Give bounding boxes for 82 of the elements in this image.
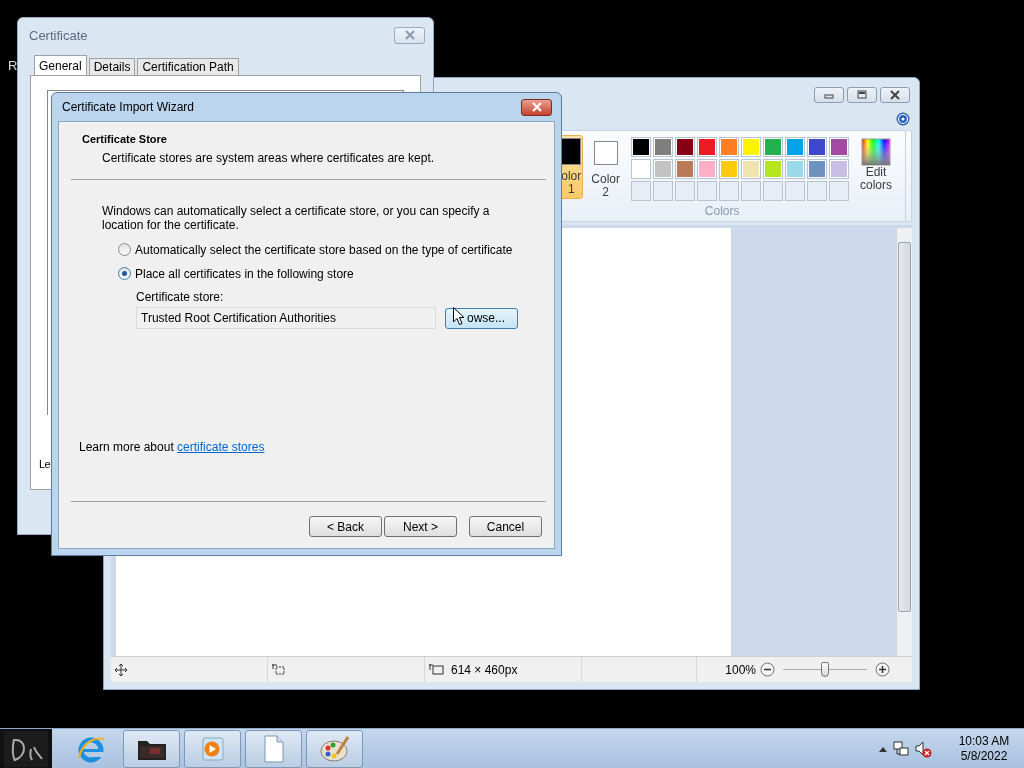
zoom-level: 100%	[725, 662, 756, 677]
close-icon	[529, 102, 544, 112]
color-swatch[interactable]	[697, 137, 717, 157]
tab[interactable]: Details	[88, 58, 136, 75]
edit-colors-button[interactable]: Edit colors	[857, 135, 895, 195]
page-description: Certificate stores are system areas where certificates are kept.	[101, 151, 436, 165]
help-link[interactable]: certificate stores	[177, 440, 265, 454]
color-swatch[interactable]	[829, 159, 849, 179]
color-swatch[interactable]	[807, 159, 827, 179]
move-icon	[115, 663, 127, 676]
vertical-scrollbar[interactable]	[896, 228, 912, 656]
color-swatch[interactable]	[785, 159, 805, 179]
close-button[interactable]	[880, 87, 910, 103]
zoom-out-button[interactable]	[760, 662, 775, 677]
clock[interactable]: 10:03 AM 5/8/2022	[944, 733, 1024, 764]
color-swatch[interactable]	[653, 159, 673, 179]
radio-option[interactable]: Automatically select the certificate store based on the type of certificate	[118, 242, 542, 257]
tab[interactable]: Certification Path	[137, 58, 239, 75]
empty-swatch[interactable]	[807, 181, 827, 201]
close-icon	[889, 90, 901, 100]
maximize-icon	[856, 90, 868, 100]
color-swatch[interactable]	[807, 137, 827, 157]
color-swatch[interactable]	[829, 137, 849, 157]
slider-thumb[interactable]	[821, 662, 829, 677]
help-text: Learn more about certificate stores	[79, 440, 266, 454]
empty-swatch[interactable]	[653, 181, 673, 201]
empty-swatch[interactable]	[719, 181, 739, 201]
field-label: Certificate store:	[136, 290, 225, 304]
selection-icon	[272, 663, 286, 676]
empty-swatch[interactable]	[675, 181, 695, 201]
network-icon[interactable]	[892, 739, 910, 758]
close-button[interactable]	[521, 98, 552, 116]
canvas-size-icon	[429, 663, 445, 676]
color-swatch[interactable]	[631, 137, 651, 157]
empty-swatch[interactable]	[763, 181, 783, 201]
empty-swatch[interactable]	[741, 181, 761, 201]
color-swatch[interactable]	[763, 137, 783, 157]
wizard-button[interactable]: < Back	[309, 516, 382, 537]
cursor-icon	[453, 307, 465, 326]
color-swatch[interactable]	[697, 159, 717, 179]
muted-speaker-icon[interactable]	[914, 739, 932, 758]
radio-option[interactable]: Place all certificates in the following store	[118, 266, 542, 281]
color-swatch[interactable]	[719, 137, 739, 157]
group-label: Colors	[704, 204, 740, 218]
window-title: Certificate	[29, 27, 88, 43]
empty-swatch[interactable]	[697, 181, 717, 201]
clock-time: 10:03 AM	[958, 733, 1010, 749]
color-swatch[interactable]	[785, 137, 805, 157]
color-swatch[interactable]	[631, 159, 651, 179]
canvas-dimensions: 614 × 460px	[451, 662, 518, 677]
wizard-button[interactable]: Next >	[384, 516, 457, 537]
empty-swatch[interactable]	[829, 181, 849, 201]
color-swatch[interactable]	[763, 159, 783, 179]
maximize-button[interactable]	[847, 87, 877, 103]
taskbar-button[interactable]	[123, 729, 180, 768]
document-icon	[261, 733, 286, 764]
desktop-icon-label: R	[8, 58, 18, 73]
page-heading: Certificate Store	[82, 133, 168, 145]
clock-date: 5/8/2022	[960, 748, 1008, 764]
color-swatch[interactable]	[653, 137, 673, 157]
panel-text: Le	[39, 458, 51, 470]
empty-swatch[interactable]	[785, 181, 805, 201]
start-button[interactable]	[0, 729, 52, 768]
browse-button[interactable]: owse...	[445, 307, 518, 329]
store-field[interactable]: Trusted Root Certification Authorities	[136, 307, 436, 329]
color-swatch[interactable]	[741, 159, 761, 179]
color-2-button[interactable]: Color 2	[588, 135, 623, 202]
close-icon	[402, 30, 417, 40]
color-swatch[interactable]	[675, 137, 695, 157]
color-swatch[interactable]	[675, 159, 695, 179]
zoom-in-button[interactable]	[875, 662, 890, 677]
window-title: Certificate Import Wizard	[62, 100, 195, 114]
radio-button[interactable]	[118, 243, 131, 256]
instruction-text: Windows can automatically select a certificate store, or you can specify a location for the certificate.	[102, 204, 491, 232]
radio-button[interactable]	[118, 267, 131, 280]
color-swatch[interactable]	[741, 137, 761, 157]
color-swatch[interactable]	[719, 159, 739, 179]
tab[interactable]: General	[34, 55, 87, 75]
wizard-button[interactable]: Cancel	[469, 516, 542, 537]
rainbow-icon	[861, 138, 891, 166]
minimize-icon	[823, 91, 835, 99]
empty-swatch[interactable]	[631, 181, 651, 201]
